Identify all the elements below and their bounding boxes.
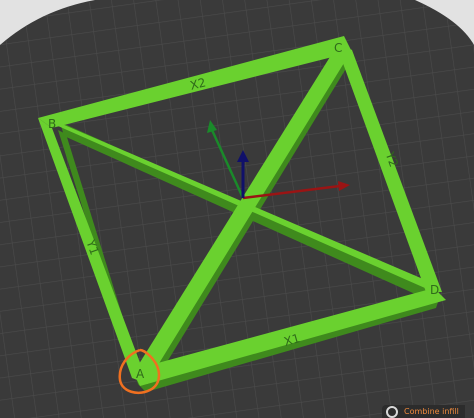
corner-label-b: B [48,117,56,131]
3d-viewport[interactable]: X2 Y1 Y2 X1 B C D A [0,0,474,418]
corner-label-a: A [136,367,145,381]
combine-infill-label: Combine infill [404,407,459,416]
corner-label-d: D [430,283,439,297]
combine-infill-toggle-icon[interactable] [386,405,398,418]
combine-infill-indicator[interactable]: Combine infill [382,405,465,418]
corner-label-c: C [334,41,342,55]
